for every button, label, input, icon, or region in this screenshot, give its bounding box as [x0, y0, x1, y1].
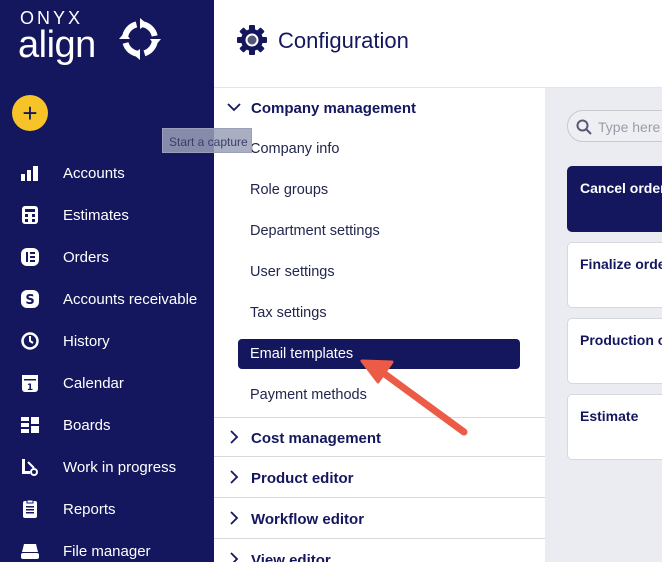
config-item-company-info[interactable]: Company info: [250, 141, 339, 157]
boards-icon: [20, 415, 40, 435]
section-title: Workflow editor: [251, 511, 365, 528]
reports-icon: [20, 499, 40, 519]
history-icon: [20, 331, 40, 351]
page-title: Configuration: [278, 28, 409, 53]
nav-item-work-in-progress[interactable]: Work in progress: [0, 446, 214, 488]
config-item-label: Email templates: [250, 346, 354, 362]
main-nav: Accounts Estimates Orders S Accounts rec…: [0, 152, 214, 562]
template-card-title: Production order: [580, 332, 662, 348]
config-item-payment-methods[interactable]: Payment methods: [250, 387, 367, 403]
nav-label: Work in progress: [63, 458, 177, 476]
section-view-editor[interactable]: View editor: [214, 540, 545, 562]
config-item-role-groups[interactable]: Role groups: [250, 182, 328, 198]
config-item-user-settings[interactable]: User settings: [250, 264, 335, 280]
config-item-email-templates[interactable]: Email templates: [238, 339, 520, 369]
nav-item-orders[interactable]: Orders: [0, 236, 214, 278]
nav-label: File manager: [63, 542, 151, 560]
chevron-right-icon: [230, 552, 239, 562]
search-placeholder: Type here: [598, 119, 661, 135]
svg-text:1: 1: [27, 383, 33, 393]
template-card-title: Estimate: [580, 408, 639, 424]
nav-label: Boards: [63, 416, 111, 434]
svg-text:S: S: [25, 293, 34, 308]
chart-icon: [20, 163, 40, 183]
sidebar: ONYX align + Accounts Estimates Orders S…: [0, 0, 214, 562]
config-nav: Company management Company info Role gro…: [214, 88, 545, 562]
section-title: Company management: [251, 100, 417, 117]
nav-label: Reports: [63, 500, 116, 518]
nav-label: Calendar: [63, 374, 124, 392]
template-card-cancel-order[interactable]: Cancel order: [567, 166, 662, 232]
search-input[interactable]: Type here: [567, 110, 662, 142]
dollar-icon: S: [20, 289, 40, 309]
nav-label: Orders: [63, 248, 109, 266]
section-company-management[interactable]: Company management: [214, 88, 545, 128]
config-item-tax-settings[interactable]: Tax settings: [250, 305, 327, 321]
section-title: View editor: [251, 552, 331, 562]
tooltip: Start a capture: [162, 128, 252, 153]
brand-main-text: align: [18, 24, 96, 66]
wip-icon: [20, 457, 40, 477]
nav-label: Accounts: [63, 164, 125, 182]
template-card-title: Finalize order: [580, 256, 662, 272]
nav-item-accounts-receivable[interactable]: S Accounts receivable: [0, 278, 214, 320]
nav-item-accounts[interactable]: Accounts: [0, 152, 214, 194]
gear-icon: [237, 25, 267, 55]
template-list-panel: Type here Cancel order Finalize order Pr…: [545, 88, 662, 562]
calculator-icon: [20, 205, 40, 225]
nav-item-boards[interactable]: Boards: [0, 404, 214, 446]
chevron-right-icon: [230, 430, 239, 444]
nav-label: Accounts receivable: [63, 290, 198, 308]
search-icon: [576, 119, 592, 135]
template-card-finalize-order[interactable]: Finalize order: [567, 242, 662, 308]
add-button[interactable]: +: [12, 95, 48, 131]
nav-item-reports[interactable]: Reports: [0, 488, 214, 530]
section-title: Product editor: [251, 470, 354, 487]
section-cost-management[interactable]: Cost management: [214, 417, 545, 457]
section-product-editor[interactable]: Product editor: [214, 458, 545, 498]
template-card-estimate[interactable]: Estimate: [567, 394, 662, 460]
nav-item-calendar[interactable]: 1 Calendar: [0, 362, 214, 404]
chevron-right-icon: [230, 470, 239, 484]
calendar-icon: 1: [20, 373, 40, 393]
drive-icon: [20, 541, 40, 561]
nav-item-file-manager[interactable]: File manager: [0, 530, 214, 562]
chevron-right-icon: [230, 511, 239, 525]
template-card-title: Cancel order: [580, 180, 662, 196]
nav-label: History: [63, 332, 110, 350]
nav-item-history[interactable]: History: [0, 320, 214, 362]
nav-label: Estimates: [63, 206, 129, 224]
refresh-logo-icon: [119, 18, 161, 60]
nav-item-estimates[interactable]: Estimates: [0, 194, 214, 236]
section-title: Cost management: [251, 430, 382, 447]
template-card-production-order[interactable]: Production order: [567, 318, 662, 384]
section-workflow-editor[interactable]: Workflow editor: [214, 499, 545, 539]
orders-icon: [20, 247, 40, 267]
config-item-department-settings[interactable]: Department settings: [250, 223, 380, 239]
chevron-down-icon: [227, 103, 241, 112]
